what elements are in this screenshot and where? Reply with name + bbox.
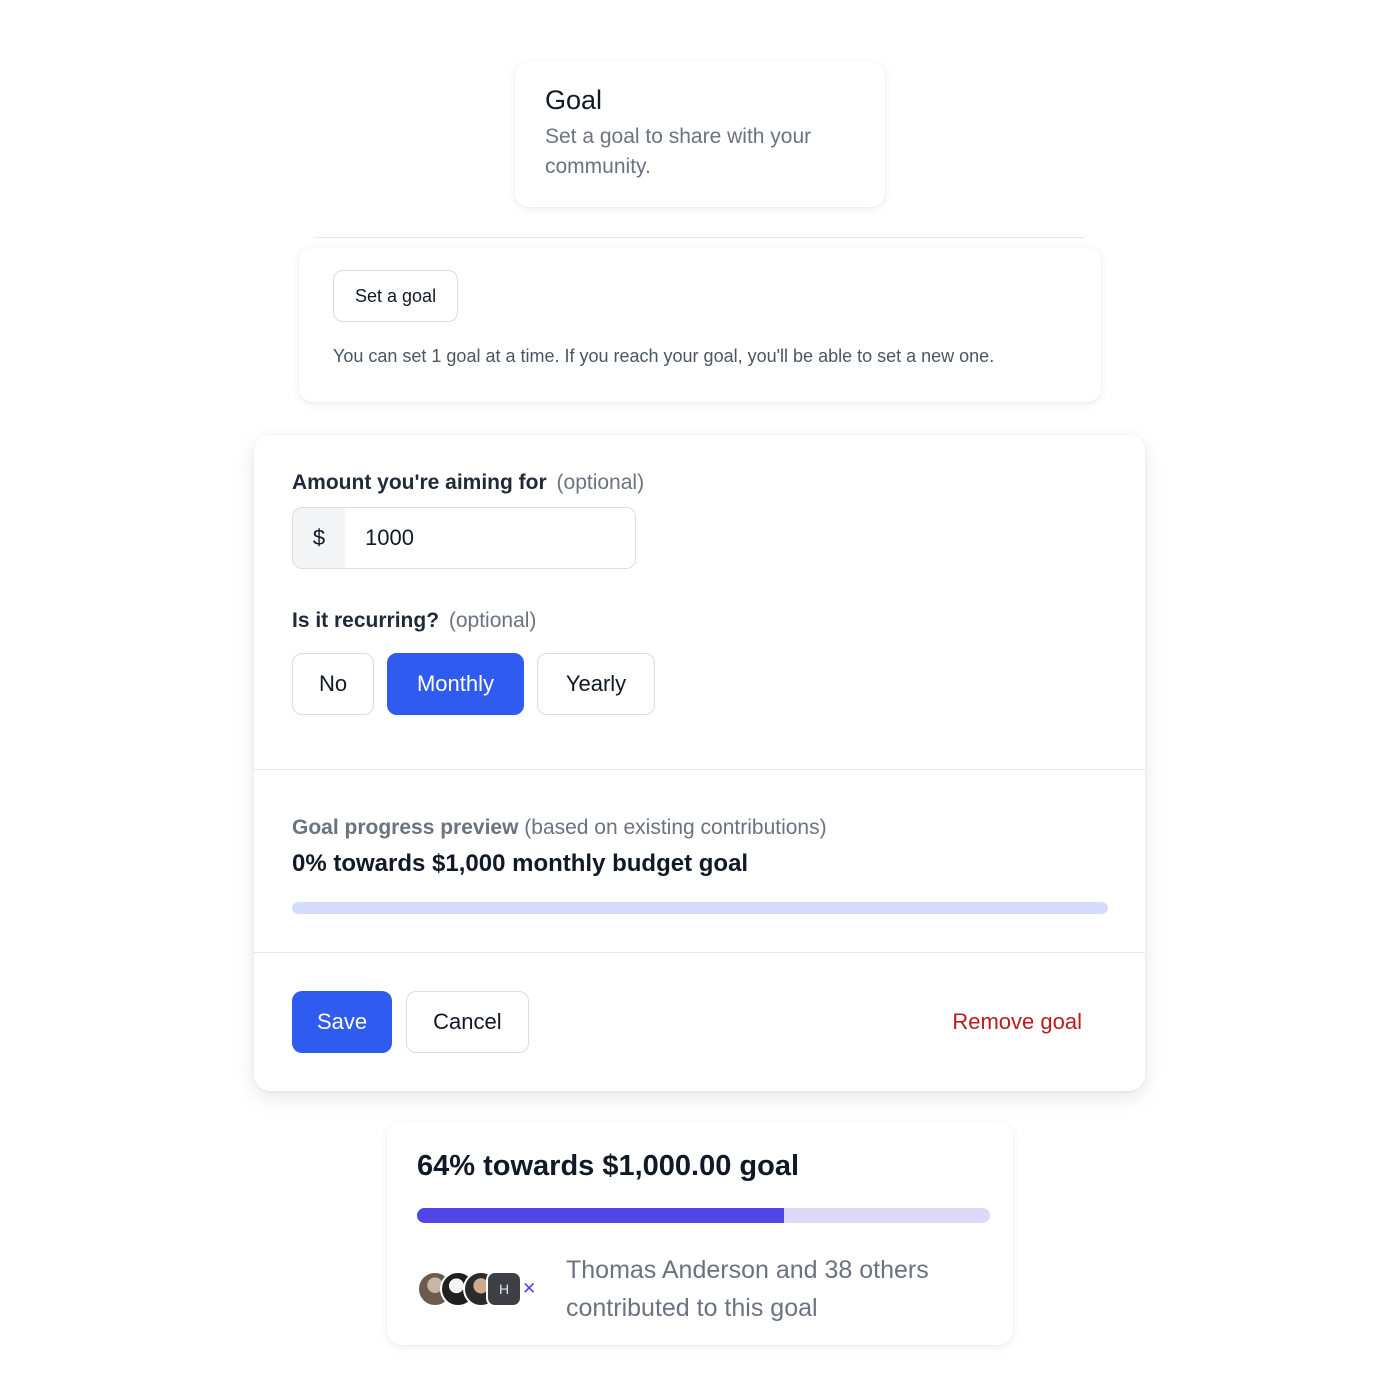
amount-input[interactable]: 1000 bbox=[345, 508, 635, 568]
goal-form-card: Amount you're aiming for (optional) $ 10… bbox=[254, 435, 1145, 1091]
recurring-label: Is it recurring? (optional) bbox=[292, 607, 1107, 635]
goal-settings-section: Amount you're aiming for (optional) $ 10… bbox=[254, 435, 1145, 768]
goal-preview-section: Goal progress preview (based on existing… bbox=[254, 769, 1145, 952]
preview-label-text: Goal progress preview bbox=[292, 816, 519, 839]
logo-mark-icon: ✕ bbox=[522, 1279, 537, 1298]
goal-progress-bar bbox=[417, 1208, 990, 1223]
goal-progress-fill bbox=[417, 1208, 784, 1223]
amount-label: Amount you're aiming for (optional) bbox=[292, 469, 1107, 497]
set-goal-button[interactable]: Set a goal bbox=[333, 270, 459, 322]
amount-label-text: Amount you're aiming for bbox=[292, 471, 547, 494]
contributors-row: H ✕ Thomas Anderson and 38 others contri… bbox=[417, 1251, 983, 1327]
goal-progress-card: 64% towards $1,000.00 goal H ✕ Thomas An… bbox=[387, 1122, 1013, 1345]
preview-progress-bar bbox=[292, 902, 1108, 914]
preview-title: 0% towards $1,000 monthly budget goal bbox=[292, 850, 749, 877]
preview-label: Goal progress preview (based on existing… bbox=[292, 814, 1107, 842]
page-title: Goal bbox=[545, 85, 603, 115]
currency-prefix: $ bbox=[293, 508, 345, 568]
recurring-options: No Monthly Yearly bbox=[292, 653, 1107, 715]
avatar: H bbox=[486, 1271, 522, 1307]
contributor-avatars: H ✕ bbox=[417, 1269, 542, 1309]
contributors-text: Thomas Anderson and 38 others contribute… bbox=[566, 1256, 929, 1322]
set-goal-card: Set a goal You can set 1 goal at a time.… bbox=[299, 248, 1101, 402]
cancel-button[interactable]: Cancel bbox=[406, 991, 529, 1053]
recurring-option-no[interactable]: No bbox=[292, 653, 374, 715]
set-goal-note: You can set 1 goal at a time. If you rea… bbox=[333, 346, 995, 366]
recurring-option-monthly[interactable]: Monthly bbox=[387, 653, 524, 715]
recurring-option-yearly[interactable]: Yearly bbox=[537, 653, 655, 715]
amount-field[interactable]: $ 1000 bbox=[292, 507, 636, 569]
save-button[interactable]: Save bbox=[292, 991, 393, 1053]
page-subtitle: Set a goal to share with your community. bbox=[545, 125, 812, 178]
recurring-label-text: Is it recurring? bbox=[292, 609, 440, 632]
amount-optional-hint: (optional) bbox=[556, 471, 645, 494]
remove-goal-button[interactable]: Remove goal bbox=[952, 1009, 1082, 1035]
form-actions: Save Cancel Remove goal bbox=[254, 952, 1145, 1091]
goal-header-card: Goal Set a goal to share with your commu… bbox=[515, 62, 885, 207]
preview-note: (based on existing contributions) bbox=[524, 816, 827, 839]
divider bbox=[314, 237, 1084, 238]
progress-title: 64% towards $1,000.00 goal bbox=[417, 1150, 800, 1182]
recurring-optional-hint: (optional) bbox=[448, 609, 537, 632]
